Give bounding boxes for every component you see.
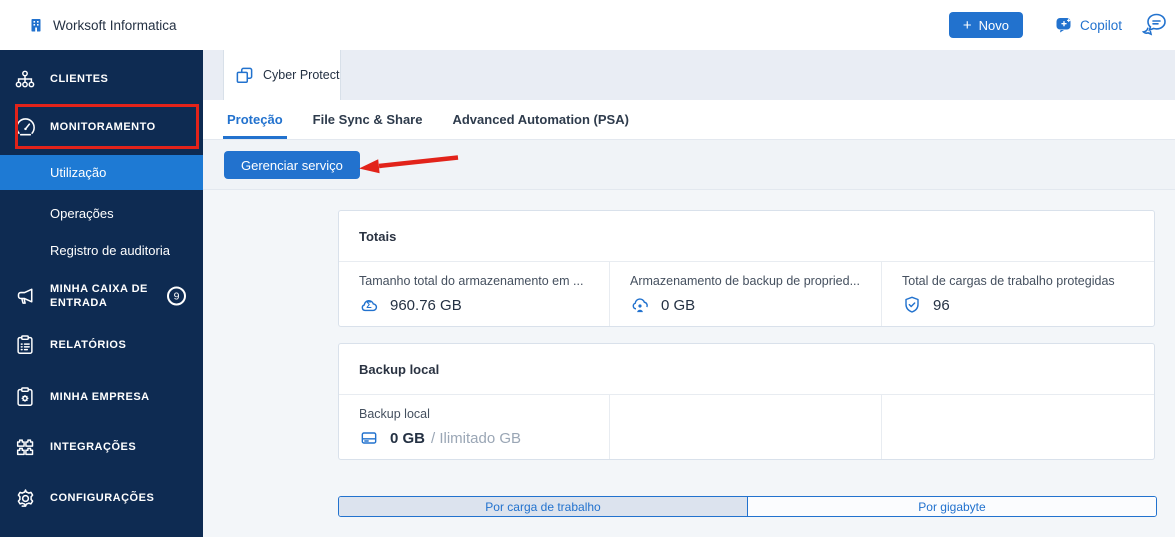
sidebar-item-label: INTEGRAÇÕES: [50, 441, 137, 453]
sidebar-item-relatorios[interactable]: RELATÓRIOS: [0, 328, 203, 362]
org-chart-icon: [13, 68, 37, 90]
cloud-sigma-icon: Σ: [359, 295, 379, 315]
hard-drive-icon: [359, 428, 379, 448]
sidebar-item-label: Registro de auditoria: [50, 242, 170, 258]
cell-label: Tamanho total do armazenamento em ...: [359, 274, 584, 288]
gear-icon: [13, 487, 37, 510]
main-area: Cyber Protect Proteção File Sync & Share…: [203, 50, 1175, 537]
card-cell-empty: [881, 395, 1154, 459]
sidebar-item-label: CONFIGURAÇÕES: [50, 492, 155, 504]
cell-value: 0 GB: [390, 429, 426, 447]
brand-label: Worksoft Informatica: [53, 17, 177, 33]
cell-quota-suffix: / Ilimitado GB: [431, 429, 522, 447]
segment-por-carga-de-trabalho[interactable]: Por carga de trabalho: [339, 497, 747, 516]
sidebar-item-registro-auditoria[interactable]: Registro de auditoria: [0, 233, 203, 267]
local-backup-card: Backup local Backup local 0 GB / Ilimita…: [338, 343, 1155, 460]
service-tab-strip: Cyber Protect: [203, 50, 1175, 100]
content-area: Totais Tamanho total do armazenamento em…: [203, 190, 1175, 537]
sidebar: CLIENTES MONITORAMENTO Utilização Operaç…: [0, 50, 203, 537]
topbar-actions: + Novo Copilot: [948, 12, 1175, 38]
totals-card-header: Totais: [339, 211, 1154, 262]
local-backup-card-header: Backup local: [339, 344, 1154, 395]
novo-button[interactable]: + Novo: [948, 12, 1023, 38]
service-tab-label: Cyber Protect: [263, 68, 340, 82]
puzzle-grid-icon: [13, 436, 37, 458]
inbox-count-badge: 9: [167, 286, 186, 306]
total-storage-cell: Tamanho total do armazenamento em ... Σ …: [339, 262, 609, 326]
action-row: Gerenciar serviço: [203, 140, 1175, 190]
protected-workloads-cell: Total de cargas de trabalho protegidas 9…: [881, 262, 1154, 326]
segment-por-gigabyte[interactable]: Por gigabyte: [747, 497, 1156, 516]
tab-protecao[interactable]: Proteção: [223, 100, 287, 139]
tab-cyber-protect[interactable]: Cyber Protect: [223, 50, 341, 100]
sidebar-item-label: MINHA EMPRESA: [50, 391, 150, 403]
sidebar-item-minha-empresa[interactable]: MINHA EMPRESA: [0, 380, 203, 414]
building-icon: [28, 17, 44, 33]
protection-tabs: Proteção File Sync & Share Advanced Auto…: [203, 100, 1175, 140]
local-backup-cell: Backup local 0 GB / Ilimitado GB: [339, 395, 609, 459]
totals-card-cells: Tamanho total do armazenamento em ... Σ …: [339, 262, 1154, 326]
cell-value: 96: [933, 296, 950, 314]
cell-value: 960.76 GB: [390, 296, 462, 314]
sidebar-item-clientes[interactable]: CLIENTES: [0, 62, 203, 96]
top-bar: Worksoft Informatica + Novo Copilot: [0, 0, 1175, 50]
clipboard-list-icon: [13, 334, 37, 356]
cell-label: Armazenamento de backup de propried...: [630, 274, 860, 288]
sidebar-item-operacoes[interactable]: Operações: [0, 196, 203, 230]
novo-button-label: Novo: [978, 17, 1009, 33]
overlapping-squares-icon: [235, 66, 254, 85]
sidebar-item-label: Operações: [50, 205, 114, 221]
card-title: Backup local: [359, 361, 440, 377]
sidebar-item-minha-caixa-entrada[interactable]: MINHA CAIXA DE ENTRADA 9: [0, 272, 203, 320]
manage-service-button[interactable]: Gerenciar serviço: [224, 151, 360, 179]
owned-backup-storage-cell: Armazenamento de backup de propried... 0…: [609, 262, 881, 326]
sidebar-item-configuracoes[interactable]: CONFIGURAÇÕES: [0, 481, 203, 515]
usage-view-segmented-control: Por carga de trabalho Por gigabyte: [338, 496, 1157, 517]
megaphone-icon: [13, 285, 37, 308]
plus-icon: +: [962, 16, 972, 34]
sidebar-item-label: CLIENTES: [50, 73, 109, 85]
tab-advanced-automation-psa[interactable]: Advanced Automation (PSA): [452, 100, 628, 139]
sidebar-item-label: MONITORAMENTO: [50, 121, 156, 133]
clipboard-gear-icon: [13, 386, 37, 408]
local-backup-card-cells: Backup local 0 GB / Ilimitado GB: [339, 395, 1154, 459]
sigma-glyph: Σ: [366, 300, 372, 310]
cloud-person-icon: [630, 295, 650, 315]
copilot-icon: [1056, 17, 1073, 33]
sidebar-item-utilizacao[interactable]: Utilização: [0, 155, 203, 190]
sidebar-item-label: RELATÓRIOS: [50, 339, 127, 351]
totals-card: Totais Tamanho total do armazenamento em…: [338, 210, 1155, 327]
card-cell-empty: [609, 395, 881, 459]
chat-bubbles-icon[interactable]: [1140, 12, 1168, 38]
gauge-icon: [13, 116, 37, 139]
cell-label: Backup local: [359, 407, 430, 421]
sidebar-item-integracoes[interactable]: INTEGRAÇÕES: [0, 430, 203, 464]
cell-value: 0 GB: [661, 296, 696, 314]
shield-check-icon: [902, 295, 922, 315]
sidebar-item-monitoramento[interactable]: MONITORAMENTO: [0, 110, 203, 144]
sidebar-item-label: Utilização: [50, 165, 107, 180]
cell-label: Total de cargas de trabalho protegidas: [902, 274, 1115, 288]
card-title: Totais: [359, 228, 397, 244]
brand-selector[interactable]: Worksoft Informatica: [0, 17, 177, 33]
tab-file-sync-share[interactable]: File Sync & Share: [313, 100, 423, 139]
copilot-button[interactable]: Copilot: [1056, 17, 1122, 33]
copilot-label: Copilot: [1079, 17, 1122, 33]
